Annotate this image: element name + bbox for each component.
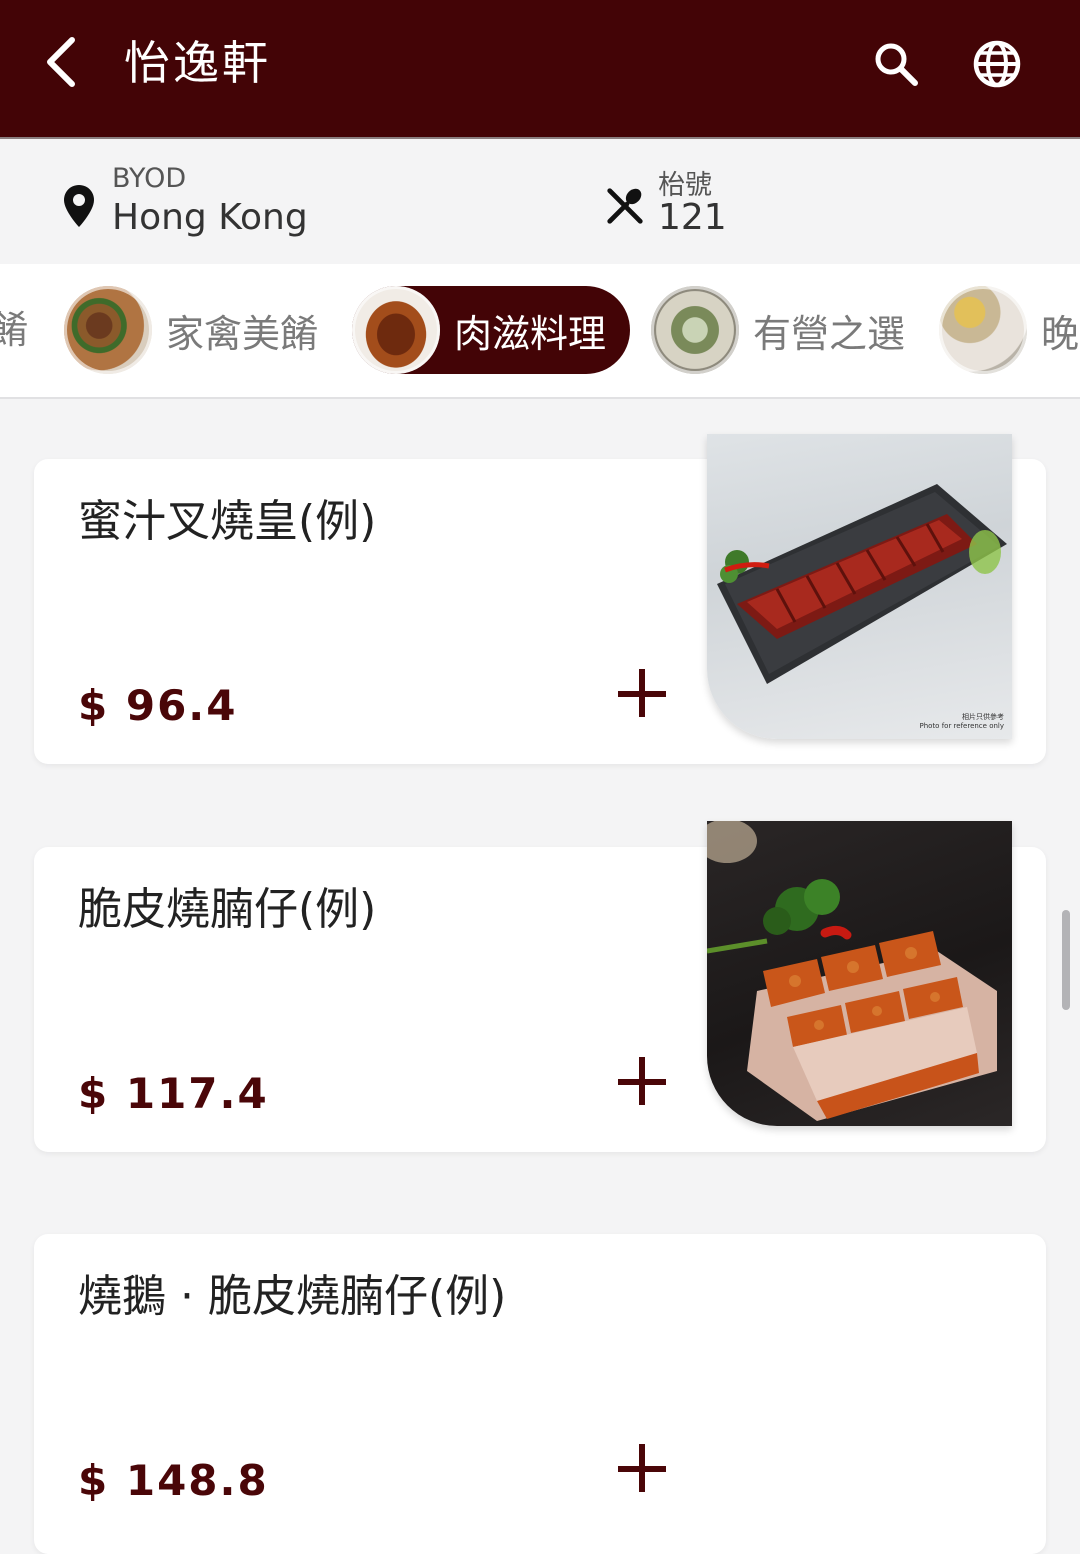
chevron-left-icon	[47, 37, 75, 87]
tab-meat[interactable]: 肉滋料理	[352, 286, 631, 374]
mode-label: BYOD	[112, 163, 187, 194]
category-thumbnail	[64, 286, 152, 374]
category-thumbnail	[939, 286, 1027, 374]
order-info-bar: BYOD Hong Kong 枱號 121	[0, 139, 1080, 264]
menu-item-price: $ 96.4	[78, 681, 238, 730]
food-image-charsiu[interactable]: 相片只供參考 Photo for reference only	[707, 434, 1012, 739]
tab-partial[interactable]: 餚	[0, 286, 28, 374]
search-button[interactable]	[864, 32, 928, 96]
language-button[interactable]	[965, 32, 1029, 96]
table-number: 121	[658, 197, 727, 238]
tab-poultry[interactable]: 家禽美餚	[64, 286, 318, 374]
back-button[interactable]	[32, 30, 92, 94]
tab-label: 有營之選	[753, 311, 906, 356]
category-thumbnail	[352, 286, 440, 374]
category-thumbnail	[651, 286, 739, 374]
scrollbar-thumb[interactable]	[1062, 910, 1070, 1010]
menu-item-card[interactable]: 燒鵝 · 脆皮燒腩仔(例) $ 148.8	[34, 1234, 1046, 1554]
photo-reference-note: 相片只供參考 Photo for reference only	[919, 713, 1005, 730]
menu-item-name: 燒鵝 · 脆皮燒腩仔(例)	[78, 1271, 507, 1322]
add-item-button[interactable]	[618, 1055, 672, 1109]
menu-item-price: $ 117.4	[78, 1069, 269, 1118]
app-bar: 怡逸軒	[0, 0, 1080, 139]
menu-item-price: $ 148.8	[78, 1456, 269, 1505]
location-name: Hong Kong	[112, 197, 308, 238]
tab-label: 晚	[1041, 311, 1080, 356]
menu-item-name: 蜜汁叉燒皇(例)	[78, 496, 377, 547]
roast-pork-photo	[707, 821, 997, 1121]
add-item-button[interactable]	[618, 1442, 672, 1496]
charsiu-photo	[717, 484, 1007, 684]
restaurant-title: 怡逸軒	[124, 36, 271, 90]
menu-item-name: 脆皮燒腩仔(例)	[78, 884, 377, 935]
add-item-button[interactable]	[618, 667, 672, 721]
tab-evening[interactable]: 晚	[939, 286, 1079, 374]
tab-healthy[interactable]: 有營之選	[651, 286, 905, 374]
utensils-icon	[604, 181, 646, 231]
globe-icon	[973, 40, 1021, 88]
map-pin-icon	[58, 181, 100, 231]
food-image-roast-pork[interactable]	[707, 821, 1012, 1126]
search-icon	[875, 43, 918, 86]
tab-label: 肉滋料理	[454, 311, 607, 356]
category-tabs: 餚 家禽美餚 肉滋料理 有營之選 晚	[0, 264, 1080, 399]
tab-label: 家禽美餚	[166, 311, 319, 356]
